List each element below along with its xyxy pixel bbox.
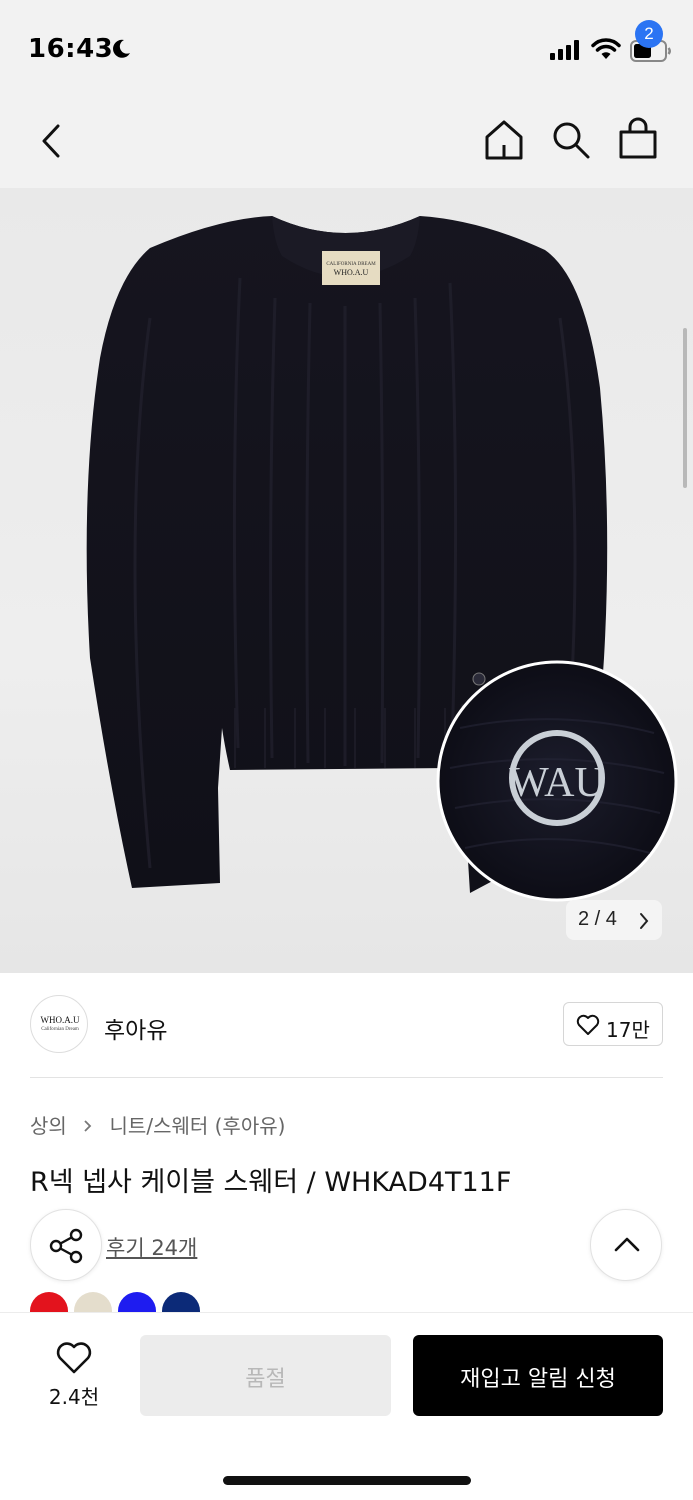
brand-logo-text: WHO.A.U [40, 1015, 80, 1025]
status-bar: 16:43 [0, 0, 693, 95]
signal-icon [550, 40, 582, 64]
moon-icon [110, 38, 132, 64]
breadcrumb: 상의 니트/스웨터 (후아유) [30, 1110, 285, 1139]
scroll-indicator[interactable] [683, 328, 687, 488]
logo-closeup-image: WAU [509, 760, 605, 806]
breadcrumb-item-category[interactable]: 상의 [30, 1114, 67, 1138]
wifi-icon [591, 38, 621, 64]
gallery-pager-text: 2 / 4 [578, 908, 617, 930]
brand-logo[interactable]: WHO.A.U Californian Dream [30, 995, 88, 1053]
soldout-label: 품절 [245, 1367, 286, 1392]
chevron-up-icon [614, 1237, 640, 1252]
color-swatch-red[interactable] [30, 1292, 68, 1312]
product-title: R넥 넵사 케이블 스웨터 / WHKAD4T11F [30, 1167, 512, 1198]
review-link[interactable]: 후기 24개 [106, 1232, 197, 1262]
cart-count-badge: 2 [635, 20, 663, 48]
label-line2: WHO.A.U [334, 268, 369, 277]
heart-icon[interactable] [55, 1341, 93, 1379]
soldout-button: 품절 [140, 1335, 391, 1416]
back-icon[interactable] [36, 121, 68, 165]
status-time: 16:43 [28, 34, 114, 64]
divider [30, 1077, 663, 1078]
app-header [0, 95, 693, 188]
label-line1: CALIFORNIA DREAM [326, 262, 376, 267]
color-swatch-navy[interactable] [162, 1292, 200, 1312]
color-swatches [30, 1292, 230, 1312]
shopping-bag-icon[interactable] [616, 117, 660, 165]
brand-name[interactable]: 후아유 [104, 1011, 167, 1045]
home-icon[interactable] [482, 119, 526, 165]
restock-alert-button[interactable]: 재입고 알림 신청 [413, 1335, 663, 1416]
share-button[interactable] [30, 1209, 102, 1281]
chevron-right-icon[interactable] [638, 912, 650, 934]
bottom-action-bar: 2.4천 품절 재입고 알림 신청 [0, 1312, 693, 1500]
home-indicator[interactable] [223, 1476, 471, 1485]
gallery-pager[interactable]: 2 / 4 [566, 900, 662, 940]
color-swatch-blue[interactable] [118, 1292, 156, 1312]
chevron-right-icon [83, 1114, 93, 1138]
wishlist-count: 2.4천 [48, 1385, 100, 1409]
restock-alert-label: 재입고 알림 신청 [460, 1367, 616, 1392]
scroll-top-button[interactable] [590, 1209, 662, 1281]
brand-logo-subtext: Californian Dream [41, 1027, 79, 1032]
sweater-image: CALIFORNIA DREAM WHO.A.U WAU [86, 216, 678, 902]
brand-like-button[interactable]: 17만 [563, 1002, 663, 1046]
breadcrumb-item-subcategory[interactable]: 니트/스웨터 (후아유) [110, 1114, 286, 1138]
share-icon [49, 1228, 83, 1264]
heart-icon [576, 1014, 600, 1040]
color-swatch-beige[interactable] [74, 1292, 112, 1312]
brand-like-count: 17만 [606, 1018, 650, 1042]
search-icon[interactable] [550, 119, 592, 165]
brand-row: WHO.A.U Californian Dream 후아유 17만 [0, 973, 693, 1078]
product-image-gallery[interactable]: CALIFORNIA DREAM WHO.A.U WAU [0, 188, 693, 973]
